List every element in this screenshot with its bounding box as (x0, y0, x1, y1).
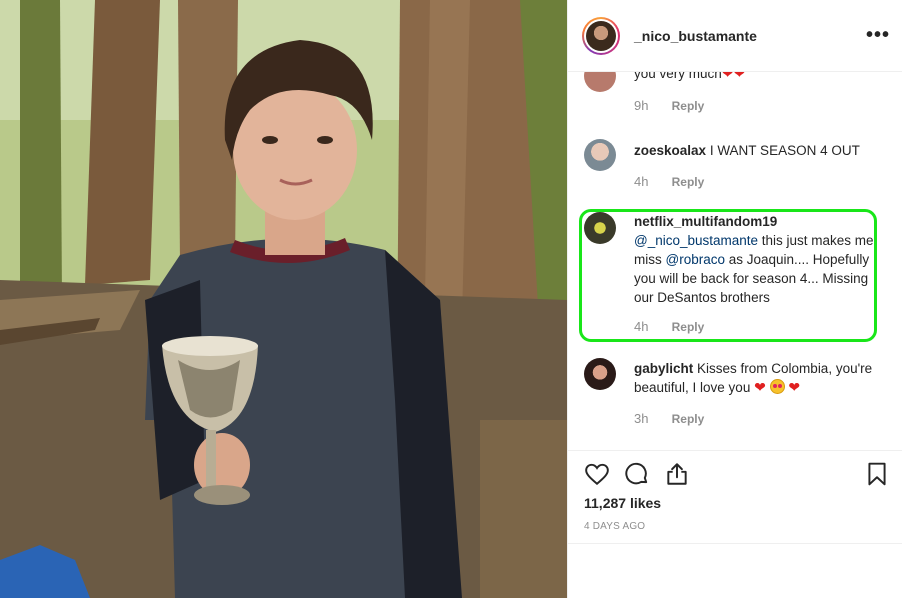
comment-time: 3h (634, 411, 649, 426)
reply-button[interactable]: Reply (672, 99, 705, 113)
post-date: 4 DAYS AGO (584, 521, 646, 532)
author-avatar-image (586, 21, 616, 51)
bookmark-icon[interactable] (864, 461, 890, 487)
heart-emoji-icon: ❤ (733, 72, 746, 81)
likes-count[interactable]: 11,287 likes (584, 495, 661, 511)
comments-list[interactable]: you very much❤❤ 9h Reply zoeskoalax I WA… (568, 72, 902, 450)
share-icon[interactable] (664, 461, 690, 487)
comment-time: 4h (634, 174, 649, 189)
comment-username[interactable]: gabylicht (634, 361, 693, 376)
author-avatar[interactable] (582, 17, 620, 55)
mention-link[interactable]: @robraco (666, 252, 725, 267)
reply-button[interactable]: Reply (672, 320, 705, 334)
reply-button[interactable]: Reply (672, 175, 705, 189)
post-header: _nico_bustamante ••• (568, 0, 902, 72)
comment-time: 4h (634, 319, 649, 334)
divider (568, 543, 902, 544)
post-sidebar: _nico_bustamante ••• you very much❤❤ 9h … (567, 0, 902, 598)
comment-time: 9h (634, 98, 649, 113)
post-actions: 11,287 likes 4 DAYS AGO (568, 450, 902, 598)
mention-link[interactable]: @_nico_bustamante (634, 233, 758, 248)
heart-eyes-emoji-icon (769, 379, 785, 394)
reply-button[interactable]: Reply (672, 412, 705, 426)
comment-username[interactable]: netflix_multifandom19 (634, 214, 777, 229)
photo-illustration (0, 0, 567, 598)
heart-emoji-icon: ❤ (754, 379, 766, 395)
comment-bubble-icon[interactable] (624, 461, 650, 487)
commenter-avatar[interactable] (584, 72, 616, 92)
comment-text: you very much (634, 72, 722, 81)
heart-outline-icon[interactable] (584, 461, 610, 487)
comment-text: I WANT SEASON 4 OUT (709, 143, 860, 158)
commenter-avatar[interactable] (584, 358, 616, 390)
commenter-avatar[interactable] (584, 139, 616, 171)
post-photo (0, 0, 567, 598)
heart-emoji-icon: ❤ (788, 379, 801, 395)
heart-emoji-icon: ❤ (721, 72, 734, 81)
commenter-avatar[interactable] (584, 212, 616, 244)
more-options-icon[interactable]: ••• (864, 22, 892, 50)
comment-username[interactable]: zoeskoalax (634, 143, 706, 158)
author-username[interactable]: _nico_bustamante (634, 28, 757, 44)
